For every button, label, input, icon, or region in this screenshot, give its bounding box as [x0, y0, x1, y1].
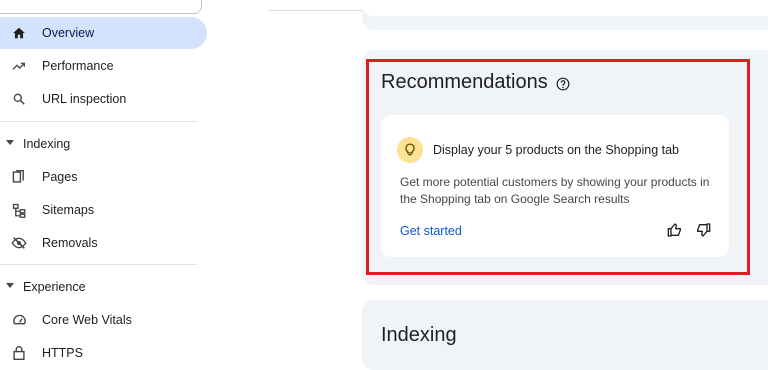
previous-panel-body: [362, 0, 768, 16]
property-selector[interactable]: [0, 0, 202, 14]
sidebar-item-removals[interactable]: Removals: [0, 227, 207, 259]
lock-icon: [11, 345, 27, 361]
sitemap-icon: [11, 202, 27, 218]
help-icon[interactable]: [556, 77, 570, 91]
get-started-link[interactable]: Get started: [400, 224, 462, 238]
sidebar-item-url-inspection[interactable]: URL inspection: [0, 83, 207, 115]
sidebar-item-pages[interactable]: Pages: [0, 161, 207, 193]
indexing-panel: Indexing: [362, 300, 768, 370]
recommendation-card: Display your 5 products on the Shopping …: [381, 115, 729, 257]
sidebar-item-core-web-vitals[interactable]: Core Web Vitals: [0, 304, 207, 336]
caret-down-icon: [6, 140, 14, 145]
lightbulb-icon: [397, 137, 423, 163]
thumbs-up-icon[interactable]: [667, 222, 685, 240]
sidebar-item-label: URL inspection: [42, 92, 127, 106]
section-label: Indexing: [23, 137, 71, 151]
main-content: Recommendations Display your 5 products …: [214, 0, 768, 370]
sidebar-item-https[interactable]: HTTPS: [0, 337, 207, 369]
indexing-title: Indexing: [381, 324, 457, 346]
pages-icon: [11, 169, 27, 185]
recommendations-panel: Recommendations Display your 5 products …: [362, 50, 768, 285]
previous-panel: [362, 0, 768, 30]
recommendations-title: Recommendations: [381, 71, 548, 93]
sidebar-item-overview[interactable]: Overview: [0, 17, 207, 49]
sidebar-item-label: Core Web Vitals: [42, 313, 132, 327]
sidebar: Overview Performance URL inspection Inde…: [0, 0, 214, 360]
sidebar-item-performance[interactable]: Performance: [0, 50, 207, 82]
sidebar-item-label: Overview: [42, 26, 95, 40]
section-toggle-experience[interactable]: Experience: [0, 272, 207, 302]
caret-down-icon: [6, 283, 14, 288]
sidebar-item-label: Performance: [42, 59, 114, 73]
thumbs-down-icon[interactable]: [695, 222, 713, 240]
section-label: Experience: [23, 280, 86, 294]
recommendation-description: Get more potential customers by showing …: [400, 175, 710, 206]
speedometer-icon: [11, 312, 27, 328]
section-toggle-indexing[interactable]: Indexing: [0, 129, 207, 159]
search-icon: [11, 91, 27, 107]
sidebar-item-label: Sitemaps: [42, 203, 95, 217]
trending-up-icon: [11, 58, 27, 74]
home-icon: [11, 25, 27, 41]
sidebar-item-label: HTTPS: [42, 346, 83, 360]
recommendation-title: Display your 5 products on the Shopping …: [433, 143, 679, 157]
sidebar-divider: [0, 264, 197, 265]
removals-icon: [11, 235, 27, 251]
sidebar-item-label: Pages: [42, 170, 78, 184]
sidebar-item-sitemaps[interactable]: Sitemaps: [0, 194, 207, 226]
sidebar-divider: [0, 121, 197, 122]
sidebar-item-label: Removals: [42, 236, 98, 250]
